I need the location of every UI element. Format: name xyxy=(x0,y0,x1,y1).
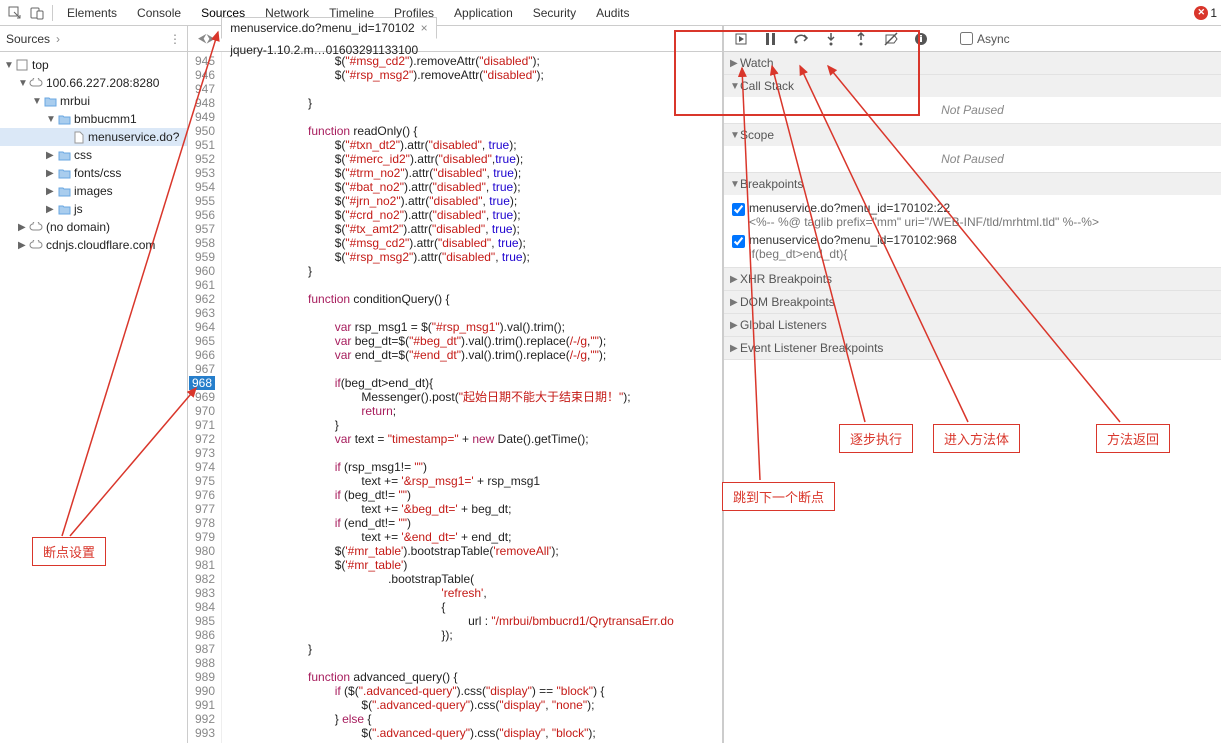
step-over-icon[interactable] xyxy=(792,30,810,48)
debugger-toolbar: Async xyxy=(724,26,1221,52)
tree-item[interactable]: ▶fonts/css xyxy=(0,164,187,182)
breakpoints-list: menuservice.do?menu_id=170102:22<%-- %@ … xyxy=(724,195,1221,267)
debugger-pane: Async ▶Watch ▼Call Stack Not Paused ▼Sco… xyxy=(723,26,1221,743)
editor-pane: ⮜⮞ menuservice.do?menu_id=170102×jquery-… xyxy=(188,26,723,743)
navigate-icon[interactable]: ⮜⮞ xyxy=(198,31,215,46)
tree-item[interactable]: ▶js xyxy=(0,200,187,218)
resume-icon[interactable] xyxy=(732,30,750,48)
sources-navigator: Sources › ⋮ ▼top▼100.66.227.208:8280▼mrb… xyxy=(0,26,188,743)
inspect-icon[interactable] xyxy=(4,2,26,24)
callstack-section[interactable]: ▼Call Stack xyxy=(724,75,1221,97)
tab-security[interactable]: Security xyxy=(523,2,586,24)
tab-elements[interactable]: Elements xyxy=(57,2,127,24)
bp-checkbox[interactable] xyxy=(732,203,745,216)
close-icon[interactable]: × xyxy=(421,21,428,35)
breakpoint-item[interactable]: menuservice.do?menu_id=170102:22<%-- %@ … xyxy=(732,199,1213,231)
tree-item[interactable]: ▶css xyxy=(0,146,187,164)
devtools-toolbar: ElementsConsoleSourcesNetworkTimelinePro… xyxy=(0,0,1221,26)
pause-exceptions-icon[interactable] xyxy=(912,30,930,48)
sources-header[interactable]: Sources › ⋮ xyxy=(0,26,187,52)
deactivate-bp-icon[interactable] xyxy=(882,30,900,48)
step-into-icon[interactable] xyxy=(822,30,840,48)
pause-icon[interactable] xyxy=(762,30,780,48)
dom-bp-section[interactable]: ▶DOM Breakpoints xyxy=(724,291,1221,313)
tree-item[interactable]: ▼100.66.227.208:8280 xyxy=(0,74,187,92)
code-content[interactable]: $("#msg_cd2").removeAttr("disabled"); $(… xyxy=(222,52,680,743)
tree-item[interactable]: ▼mrbui xyxy=(0,92,187,110)
tab-console[interactable]: Console xyxy=(127,2,191,24)
tab-audits[interactable]: Audits xyxy=(586,2,639,24)
device-icon[interactable] xyxy=(26,2,48,24)
sources-title: Sources xyxy=(6,32,50,46)
watch-section[interactable]: ▶Watch xyxy=(724,52,1221,74)
global-listeners-section[interactable]: ▶Global Listeners xyxy=(724,314,1221,336)
xhr-bp-section[interactable]: ▶XHR Breakpoints xyxy=(724,268,1221,290)
kebab-icon[interactable]: ⋮ xyxy=(169,32,181,46)
error-count: 1 xyxy=(1210,6,1217,20)
scope-status: Not Paused xyxy=(724,146,1221,172)
tree-item[interactable]: ▼bmbucmm1 xyxy=(0,110,187,128)
chevron-right-icon: › xyxy=(56,32,60,46)
tree-item[interactable]: ▶images xyxy=(0,182,187,200)
bp-checkbox[interactable] xyxy=(732,235,745,248)
tree-item[interactable]: ▶cdnjs.cloudflare.com xyxy=(0,236,187,254)
code-editor[interactable]: 9459469479489499509519529539549559569579… xyxy=(188,52,722,743)
scope-section[interactable]: ▼Scope xyxy=(724,124,1221,146)
tree-item[interactable]: ▼top xyxy=(0,56,187,74)
file-tree: ▼top▼100.66.227.208:8280▼mrbui▼bmbucmm1m… xyxy=(0,52,187,258)
tab-application[interactable]: Application xyxy=(444,2,523,24)
event-bp-section[interactable]: ▶Event Listener Breakpoints xyxy=(724,337,1221,359)
step-out-icon[interactable] xyxy=(852,30,870,48)
breakpoint-item[interactable]: menuservice.do?menu_id=170102:968if(beg_… xyxy=(732,231,1213,263)
callstack-status: Not Paused xyxy=(724,97,1221,123)
file-tabs: ⮜⮞ menuservice.do?menu_id=170102×jquery-… xyxy=(188,26,722,52)
line-gutter[interactable]: 9459469479489499509519529539549559569579… xyxy=(188,52,222,743)
error-badge-icon[interactable]: ✕ xyxy=(1194,6,1208,20)
tree-item[interactable]: menuservice.do? xyxy=(0,128,187,146)
breakpoints-section[interactable]: ▼Breakpoints xyxy=(724,173,1221,195)
tree-item[interactable]: ▶(no domain) xyxy=(0,218,187,236)
async-checkbox[interactable]: Async xyxy=(960,32,1010,46)
file-tab[interactable]: menuservice.do?menu_id=170102× xyxy=(221,17,436,39)
